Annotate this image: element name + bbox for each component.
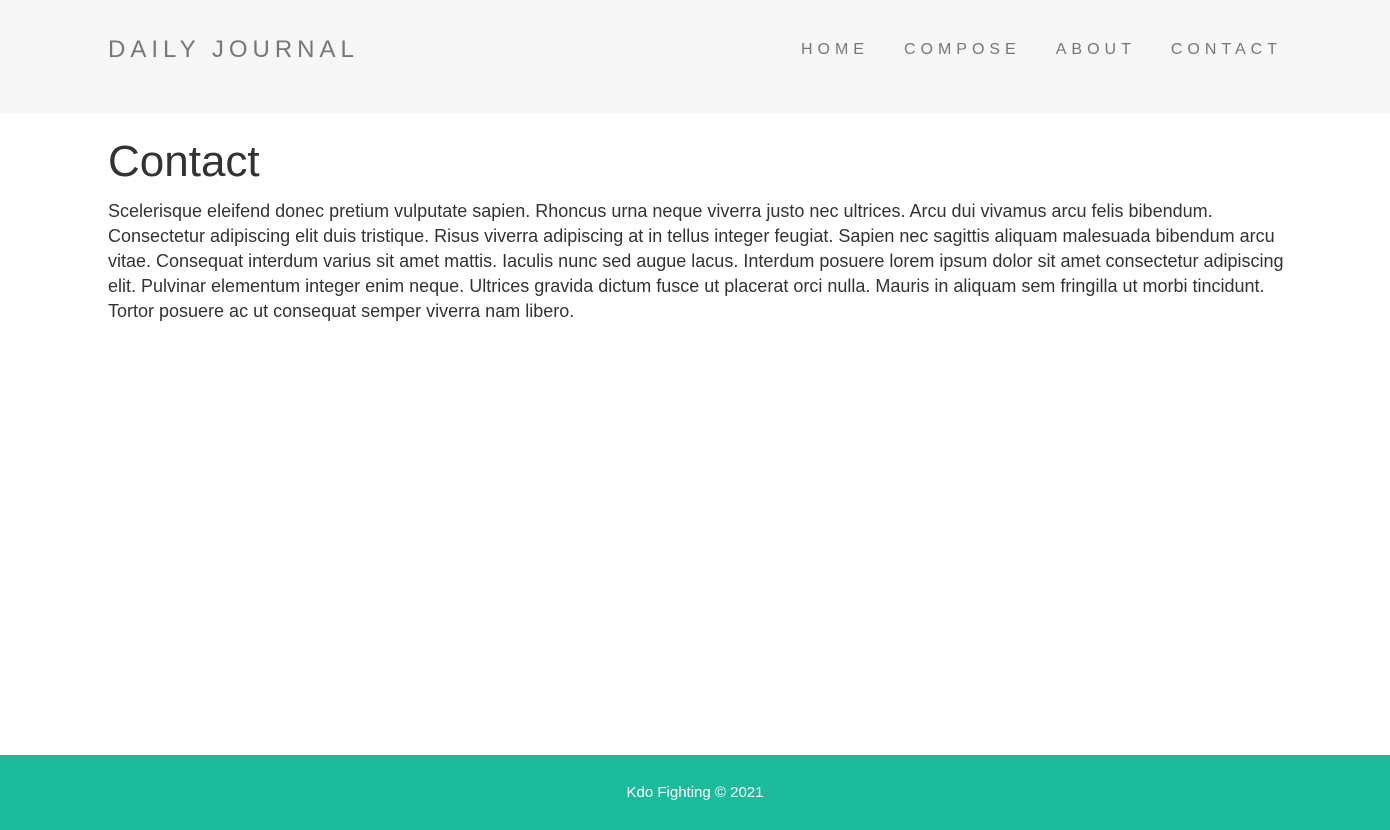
brand-link[interactable]: DAILY JOURNAL <box>108 36 359 64</box>
footer: Kdo Fighting © 2021 <box>0 755 1390 830</box>
nav-menu: HOME COMPOSE ABOUT CONTACT <box>766 41 1282 59</box>
navbar: DAILY JOURNAL HOME COMPOSE ABOUT CONTACT <box>0 0 1390 113</box>
footer-copyright: Kdo Fighting © 2021 <box>626 783 764 801</box>
nav-link-home[interactable]: HOME <box>801 41 869 59</box>
nav-link-contact[interactable]: CONTACT <box>1171 41 1282 59</box>
nav-link-compose[interactable]: COMPOSE <box>904 41 1021 59</box>
main-content: Contact Scelerisque eleifend donec preti… <box>108 135 1284 324</box>
contact-body-text: Scelerisque eleifend donec pretium vulpu… <box>108 201 1284 321</box>
nav-link-about[interactable]: ABOUT <box>1056 41 1136 59</box>
page-title: Contact <box>108 137 260 186</box>
